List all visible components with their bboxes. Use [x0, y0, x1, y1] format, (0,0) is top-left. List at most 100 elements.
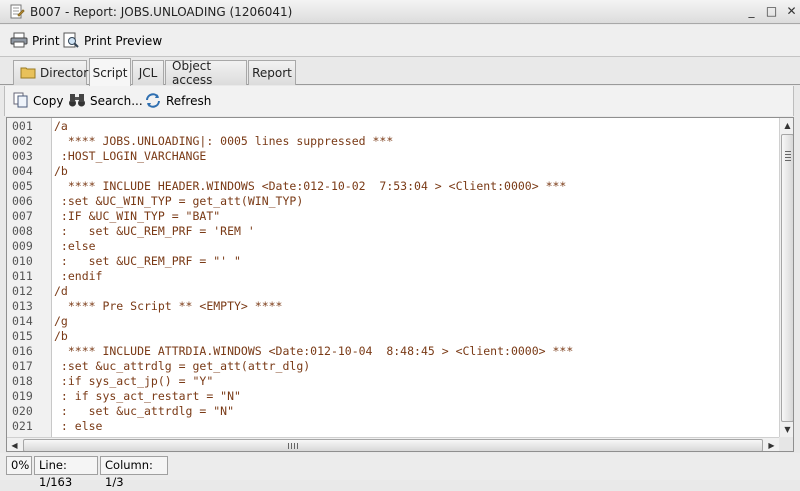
- copy-icon: [13, 92, 29, 111]
- horizontal-scroll-thumb[interactable]: [23, 439, 763, 451]
- line-number: 007: [12, 209, 33, 223]
- tab-bar: Directory Script JCL Object access Repor…: [0, 58, 800, 87]
- code-text: : if sys_act_restart = "N": [54, 389, 241, 403]
- folder-icon: [20, 65, 36, 82]
- copy-button[interactable]: Copy: [13, 92, 63, 110]
- window-title: B007 - Report: JOBS.UNLOADING (1206041): [30, 5, 293, 19]
- code-line: 010 : set &UC_REM_PRF = "' ": [7, 254, 779, 269]
- code-line: 002 **** JOBS.UNLOADING|: 0005 lines sup…: [7, 134, 779, 149]
- code-line: 012/d: [7, 284, 779, 299]
- refresh-icon: [144, 92, 162, 111]
- code-text: /g: [54, 314, 68, 328]
- line-number: 012: [12, 284, 33, 298]
- line-number: 018: [12, 374, 33, 388]
- code-text: **** INCLUDE ATTRDIA.WINDOWS <Date:012-1…: [54, 344, 574, 358]
- print-button[interactable]: Print: [10, 32, 60, 50]
- search-button[interactable]: Search...: [68, 92, 143, 110]
- code-line: 007 :IF &UC_WIN_TYP = "BAT": [7, 209, 779, 224]
- tab-object-access-label: Object access: [172, 59, 213, 87]
- line-number: 010: [12, 254, 33, 268]
- code-text: /b: [54, 164, 68, 178]
- search-label: Search...: [90, 94, 143, 108]
- scrollbar-corner: [779, 437, 793, 451]
- code-text: : else: [54, 419, 103, 433]
- code-text: : set &uc_attrdlg = "N": [54, 404, 235, 418]
- report-window-icon: [9, 4, 25, 23]
- line-number: 015: [12, 329, 33, 343]
- code-line: 014/g: [7, 314, 779, 329]
- line-number: 003: [12, 149, 33, 163]
- print-label: Print: [32, 34, 60, 48]
- status-column: Column: 1/3: [100, 456, 168, 489]
- close-button[interactable]: ✕: [783, 3, 800, 20]
- code-line: 018 :if sys_act_jp() = "Y": [7, 374, 779, 389]
- status-percent: 0%: [6, 456, 32, 475]
- line-number: 014: [12, 314, 33, 328]
- main-toolbar: Print Print Preview: [0, 25, 800, 57]
- minimize-button[interactable]: _: [743, 3, 760, 20]
- code-line: 021 : else: [7, 419, 779, 434]
- maximize-button[interactable]: □: [763, 3, 780, 20]
- tab-directory-label: Directory: [40, 66, 96, 80]
- code-line: 006 :set &UC_WIN_TYP = get_att(WIN_TYP): [7, 194, 779, 209]
- code-line: 003 :HOST_LOGIN_VARCHANGE: [7, 149, 779, 164]
- scroll-left-arrow-icon[interactable]: ◀: [7, 438, 22, 451]
- code-line: 019 : if sys_act_restart = "N": [7, 389, 779, 404]
- tab-object-access[interactable]: Object access: [165, 59, 247, 87]
- code-text: **** INCLUDE HEADER.WINDOWS <Date:012-10…: [54, 179, 567, 193]
- copy-label: Copy: [33, 94, 64, 108]
- code-line: 001/a: [7, 119, 779, 134]
- tab-directory[interactable]: Directory: [13, 60, 95, 85]
- code-text: : set &UC_REM_PRF = "' ": [54, 254, 241, 268]
- code-line: 017 :set &uc_attrdlg = get_att(attr_dlg): [7, 359, 779, 374]
- line-number: 011: [12, 269, 33, 283]
- code-line: 005 **** INCLUDE HEADER.WINDOWS <Date:01…: [7, 179, 779, 194]
- code-text: :if sys_act_jp() = "Y": [54, 374, 214, 388]
- line-number: 004: [12, 164, 33, 178]
- tab-jcl-label: JCL: [138, 66, 158, 80]
- print-preview-label: Print Preview: [84, 34, 163, 48]
- code-line: 011 :endif: [7, 269, 779, 284]
- code-line: 008 : set &UC_REM_PRF = 'REM ': [7, 224, 779, 239]
- code-text: :IF &UC_WIN_TYP = "BAT": [54, 209, 221, 223]
- scroll-down-arrow-icon[interactable]: ▼: [780, 422, 793, 437]
- code-line: 020 : set &uc_attrdlg = "N": [7, 404, 779, 419]
- vertical-scrollbar[interactable]: ▲ ▼: [779, 118, 793, 437]
- code-text: **** JOBS.UNLOADING|: 0005 lines suppres…: [54, 134, 394, 148]
- scroll-up-arrow-icon[interactable]: ▲: [780, 118, 793, 133]
- tab-report[interactable]: Report: [248, 60, 296, 85]
- code-text: : set &UC_REM_PRF = 'REM ': [54, 224, 255, 238]
- tab-script[interactable]: Script: [89, 58, 131, 86]
- status-bar: 0% Line: 1/163 Column: 1/3: [0, 453, 800, 489]
- line-number: 006: [12, 194, 33, 208]
- line-number: 005: [12, 179, 33, 193]
- line-number: 001: [12, 119, 33, 133]
- code-line: 016 **** INCLUDE ATTRDIA.WINDOWS <Date:0…: [7, 344, 779, 359]
- status-line: Line: 1/163: [34, 456, 98, 489]
- code-text: :HOST_LOGIN_VARCHANGE: [54, 149, 207, 163]
- line-number: 020: [12, 404, 33, 418]
- line-number: 017: [12, 359, 33, 373]
- tab-jcl[interactable]: JCL: [132, 60, 164, 85]
- tab-script-label: Script: [92, 65, 128, 80]
- script-toolbar: Copy Search... Refresh: [4, 86, 794, 116]
- code-text: :set &uc_attrdlg = get_att(attr_dlg): [54, 359, 311, 373]
- code-text: /d: [54, 284, 68, 298]
- code-text: :endif: [54, 269, 103, 283]
- code-text: /a: [54, 119, 68, 133]
- code-text: /b: [54, 329, 68, 343]
- code-text: :set &UC_WIN_TYP = get_att(WIN_TYP): [54, 194, 304, 208]
- scroll-right-arrow-icon[interactable]: ▶: [764, 438, 779, 451]
- code-line: 015/b: [7, 329, 779, 344]
- line-number: 013: [12, 299, 33, 313]
- refresh-label: Refresh: [166, 94, 212, 108]
- print-preview-icon: [62, 32, 80, 51]
- printer-icon: [10, 32, 28, 51]
- script-editor[interactable]: 001/a 002 **** JOBS.UNLOADING|: 0005 line…: [6, 117, 794, 452]
- code-text: **** Pre Script ** <EMPTY> ****: [54, 299, 283, 313]
- horizontal-scrollbar[interactable]: ◀ ▶: [7, 437, 779, 451]
- refresh-button[interactable]: Refresh: [144, 92, 211, 110]
- window-titlebar: B007 - Report: JOBS.UNLOADING (1206041) …: [0, 0, 800, 24]
- vertical-scroll-thumb[interactable]: [781, 134, 793, 422]
- print-preview-button[interactable]: Print Preview: [62, 32, 162, 50]
